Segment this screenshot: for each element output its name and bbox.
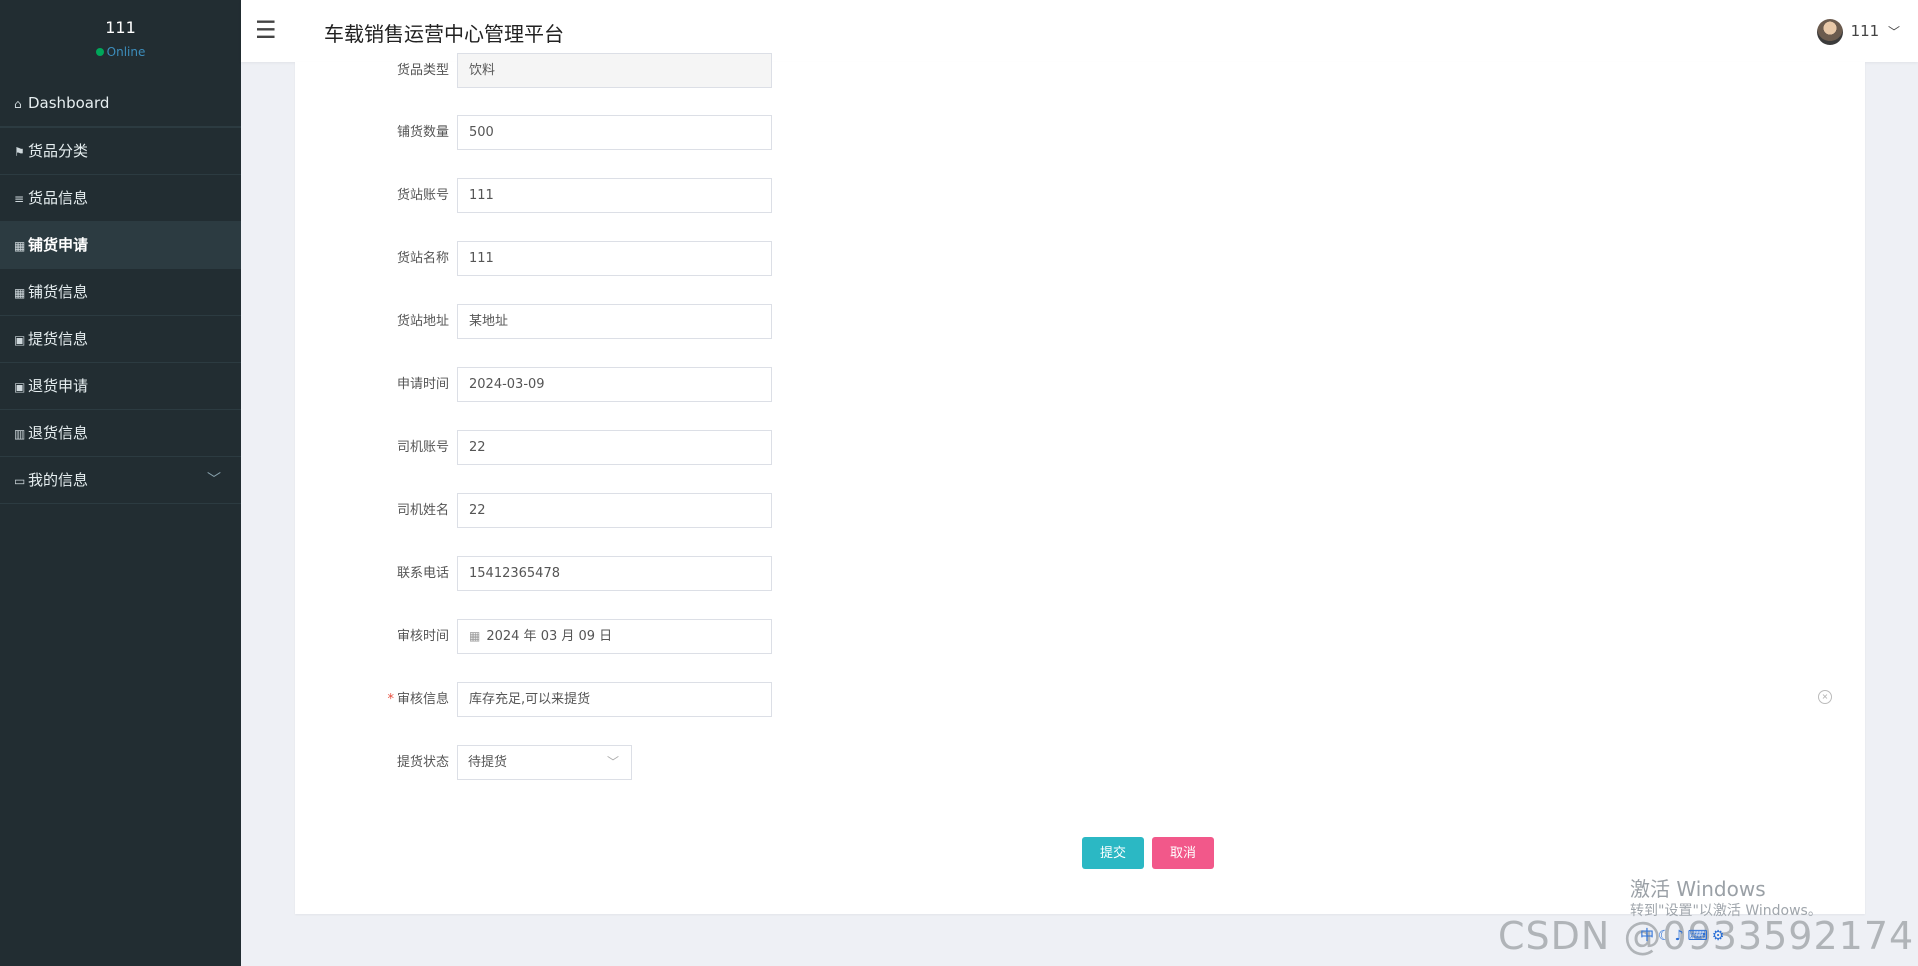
review-info-label-text: 审核信息 — [396, 692, 449, 707]
station-name-label: 货站名称 — [396, 251, 449, 266]
box-icon: ▣ — [14, 380, 26, 394]
mic-icon[interactable]: ♪ — [1675, 928, 1688, 944]
cancel-button[interactable]: 取消 — [1152, 837, 1214, 869]
pickup-status-label: 提货状态 — [396, 755, 449, 770]
sidebar-item-label: 退货申请 — [28, 377, 89, 395]
online-dot-icon — [95, 48, 104, 56]
calendar-icon: ▦ — [469, 629, 481, 643]
sidebar-item-dashboard[interactable]: ⌂ Dashboard — [0, 80, 241, 127]
settings-icon[interactable]: ⚙ — [1712, 928, 1729, 944]
phone-field[interactable]: 15412365478 — [457, 556, 772, 591]
driver-account-field[interactable]: 22 — [457, 430, 772, 465]
apply-time-field[interactable]: 2024-03-09 — [457, 367, 772, 402]
chevron-down-icon: ﹀ — [606, 755, 619, 769]
station-name-field[interactable]: 111 — [457, 241, 772, 276]
sidebar-item-label: 退货信息 — [28, 424, 89, 442]
chevron-down-icon: ﹀ — [1887, 25, 1900, 39]
chevron-down-icon: ﹀ — [207, 472, 221, 488]
page-title: 车载销售运营中心管理平台 — [324, 22, 564, 46]
grid-icon: ▦ — [14, 286, 26, 300]
driver-name-label: 司机姓名 — [396, 503, 449, 518]
sidebar-item-label: 货品分类 — [28, 142, 89, 160]
sidebar-item-return-info[interactable]: ▥ 退货信息 — [0, 410, 241, 457]
grid-icon: ▦ — [14, 239, 26, 253]
station-address-label: 货站地址 — [396, 314, 449, 329]
review-info-label: * 审核信息 — [295, 682, 449, 718]
goods-type-label: 货品类型 — [396, 63, 449, 78]
sidebar-item-goods-info[interactable]: ≡ 货品信息 — [0, 175, 241, 222]
sidebar: 111 Online ⌂ Dashboard ⚑ 货品分类 ≡ 货品信息 ▦ 铺货申请 … — [0, 0, 241, 966]
avatar — [1816, 18, 1843, 45]
online-label: Online — [106, 45, 146, 59]
moon-icon[interactable]: ☾ — [1658, 928, 1675, 944]
form-card: 货品类型 饮料 铺货数量 500 货站账号 111 货站名称 111 货站地址 … — [295, 53, 1865, 914]
sidebar-nav: ⌂ Dashboard ⚑ 货品分类 ≡ 货品信息 ▦ 铺货申请 ▦ 铺货信息 ▣ 提货信息… — [0, 80, 241, 504]
box-icon: ▣ — [14, 333, 26, 347]
sidebar-item-my-info[interactable]: ▭ 我的信息 ﹀ — [0, 457, 241, 504]
station-account-field[interactable]: 111 — [457, 178, 772, 213]
clear-icon[interactable]: × — [1818, 690, 1832, 704]
sidebar-item-pickup-info[interactable]: ▣ 提货信息 — [0, 316, 241, 363]
phone-label: 联系电话 — [396, 566, 449, 581]
review-time-datepicker[interactable]: ▦ 2024 年 03 月 09 日 — [457, 619, 772, 654]
list-icon: ≡ — [14, 192, 25, 206]
system-tray: 中☾♪⌨⚙ — [1640, 925, 1918, 951]
required-asterisk: * — [387, 692, 394, 707]
sidebar-item-label: 铺货信息 — [28, 283, 89, 301]
keyboard-icon[interactable]: ⌨ — [1688, 928, 1712, 944]
online-status: Online — [0, 45, 241, 59]
sidebar-item-distribution-apply[interactable]: ▦ 铺货申请 — [0, 222, 241, 269]
station-account-label: 货站账号 — [396, 188, 449, 203]
header-username: 111 — [1850, 22, 1880, 40]
goods-type-field[interactable]: 饮料 — [457, 53, 772, 88]
apply-time-label: 申请时间 — [396, 377, 449, 392]
sidebar-username: 111 — [105, 18, 136, 37]
sidebar-item-label: 我的信息 — [28, 471, 89, 489]
sidebar-item-label: Dashboard — [28, 94, 110, 112]
station-address-field[interactable]: 某地址 — [457, 304, 772, 339]
menu-toggle-icon[interactable]: ☰ — [255, 15, 277, 45]
sidebar-item-goods-category[interactable]: ⚑ 货品分类 — [0, 127, 241, 175]
quantity-field[interactable]: 500 — [457, 115, 772, 150]
review-info-field[interactable]: 库存充足,可以来提货 — [457, 682, 772, 717]
sidebar-item-label: 货品信息 — [28, 189, 89, 207]
driver-account-label: 司机账号 — [396, 440, 449, 455]
sidebar-item-return-apply[interactable]: ▣ 退货申请 — [0, 363, 241, 410]
flag-icon: ⚑ — [14, 145, 25, 159]
quantity-label: 铺货数量 — [396, 125, 449, 140]
card-icon: ▭ — [14, 474, 26, 488]
sidebar-item-distribution-info[interactable]: ▦ 铺货信息 — [0, 269, 241, 316]
bar-chart-icon: ▥ — [14, 427, 26, 441]
user-menu[interactable]: 111 ﹀ — [1816, 16, 1900, 47]
review-time-label: 审核时间 — [396, 629, 449, 644]
pickup-status-value: 待提货 — [468, 755, 508, 770]
home-icon: ⌂ — [14, 97, 22, 111]
submit-button[interactable]: 提交 — [1082, 837, 1144, 869]
sidebar-item-label: 提货信息 — [28, 330, 89, 348]
user-panel: 111 Online — [0, 0, 241, 80]
ime-icon[interactable]: 中 — [1640, 928, 1658, 944]
pickup-status-select[interactable]: 待提货 ﹀ — [457, 745, 632, 780]
windows-activation-title: 激活 Windows — [1630, 877, 1766, 901]
review-time-value: 2024 年 03 月 09 日 — [486, 629, 613, 644]
driver-name-field[interactable]: 22 — [457, 493, 772, 528]
sidebar-item-label: 铺货申请 — [28, 236, 89, 254]
